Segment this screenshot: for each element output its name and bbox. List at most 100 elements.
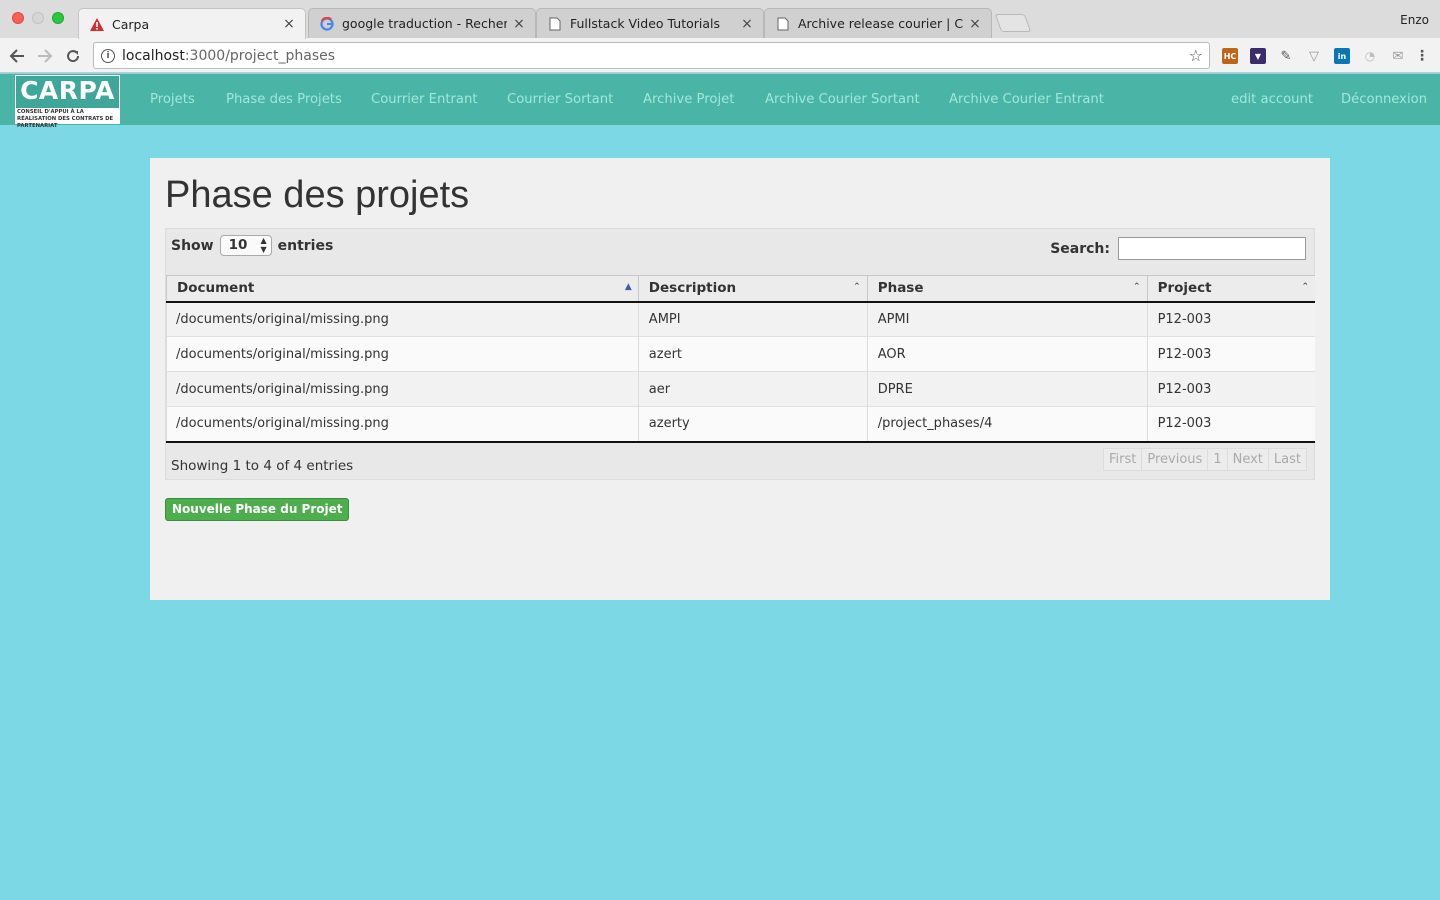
minimize-window-button[interactable] (32, 12, 44, 24)
nav-link-courrier-sortant[interactable]: Courrier Sortant (507, 74, 613, 125)
entries-select[interactable]: 10 ▲ ▼ (219, 235, 272, 256)
vue-devtools-icon[interactable]: ▽ (1306, 48, 1322, 64)
close-tab-icon[interactable]: × (513, 16, 525, 32)
hc-extension-icon[interactable]: HC (1222, 48, 1238, 64)
close-tab-icon[interactable]: × (741, 16, 753, 32)
phases-table: Document ▲ Description ⌃ Phase ⌃ Project ⌃ /… (166, 275, 1315, 443)
pagination-first[interactable]: First (1104, 449, 1141, 470)
search-input[interactable] (1118, 237, 1306, 260)
nav-link-deconnexion[interactable]: Déconnexion (1341, 74, 1427, 125)
menu-icon[interactable]: ⋮ (1414, 48, 1430, 64)
browser-tab-google[interactable]: google traduction - Recherche × (308, 8, 536, 38)
table-row: /documents/original/missing.png AMPI APM… (166, 301, 1315, 337)
sort-icon: ⌃ (1133, 282, 1141, 292)
search-label: Search: (1050, 240, 1110, 257)
nav-link-archive-projet[interactable]: Archive Projet (643, 74, 734, 125)
table-row: /documents/original/missing.png aer DPRE… (166, 371, 1315, 407)
carpa-logo[interactable]: CARPA Conseil d'appui à la réalisation d… (15, 75, 120, 129)
reload-icon[interactable] (62, 45, 84, 67)
data-table-wrapper: Show 10 ▲ ▼ entries Search: Document ▲ Des… (165, 228, 1315, 480)
table-row: /documents/original/missing.png azert AO… (166, 336, 1315, 372)
cell-phase: DPRE (866, 371, 1148, 407)
page-icon (547, 16, 563, 32)
tab-title: Archive release courier | CARP (798, 16, 963, 31)
column-header-phase[interactable]: Phase ⌃ (866, 275, 1148, 303)
ghost-extension-icon[interactable]: ◔ (1362, 48, 1378, 64)
nav-link-projets[interactable]: Projets (150, 74, 195, 125)
back-arrow-icon[interactable] (6, 45, 28, 67)
column-header-label: Document (177, 280, 255, 297)
table-row: /documents/original/missing.png azerty /… (166, 406, 1315, 443)
cell-document: /documents/original/missing.png (166, 301, 639, 337)
content-panel: Phase des projets Show 10 ▲ ▼ entries Sea… (150, 158, 1330, 600)
pagination: First Previous 1 Next Last (1103, 448, 1307, 471)
table-header-row: Document ▲ Description ⌃ Phase ⌃ Project ⌃ (166, 275, 1315, 303)
mail-extension-icon[interactable]: ✉ (1390, 48, 1406, 64)
google-icon (319, 16, 335, 32)
pocket-icon[interactable]: ▼ (1250, 48, 1266, 64)
page-icon (775, 16, 791, 32)
linkedin-icon[interactable]: in (1334, 48, 1350, 64)
close-tab-icon[interactable]: × (969, 16, 981, 32)
nav-link-phase-des-projets[interactable]: Phase des Projets (226, 74, 342, 125)
nav-link-edit-account[interactable]: edit account (1231, 74, 1313, 125)
browser-tab-fullstack[interactable]: Fullstack Video Tutorials × (536, 8, 764, 38)
cell-phase: /project_phases/4 (866, 406, 1148, 443)
url-host: localhost (122, 47, 185, 64)
cell-document: /documents/original/missing.png (166, 336, 639, 372)
app-navbar: CARPA Conseil d'appui à la réalisation d… (0, 74, 1440, 129)
nav-link-archive-courier-entrant[interactable]: Archive Courier Entrant (949, 74, 1104, 125)
cell-document: /documents/original/missing.png (166, 406, 639, 443)
tab-title: google traduction - Recherche (342, 16, 507, 31)
entries-label: entries (277, 237, 334, 254)
cell-description: AMPI (637, 301, 868, 337)
info-icon[interactable]: i (101, 48, 115, 63)
show-label: Show (171, 237, 214, 254)
cell-phase: APMI (866, 301, 1148, 337)
close-tab-icon[interactable]: × (283, 16, 295, 32)
cell-project: P12-003 (1146, 301, 1315, 337)
table-info: Showing 1 to 4 of 4 entries (171, 458, 354, 474)
profile-name[interactable]: Enzo (1400, 13, 1429, 27)
pagination-next[interactable]: Next (1226, 449, 1268, 470)
cell-project: P12-003 (1146, 371, 1315, 407)
close-window-button[interactable] (12, 12, 24, 24)
sort-ascending-icon: ▲ (624, 282, 632, 292)
pagination-previous[interactable]: Previous (1141, 449, 1207, 470)
page-title: Phase des projets (165, 174, 470, 216)
logo-subtitle: Conseil d'appui à la réalisation des con… (16, 108, 119, 129)
address-bar[interactable]: i localhost:3000/project_phases ☆ (93, 42, 1210, 69)
nav-link-archive-courier-sortant[interactable]: Archive Courier Sortant (765, 74, 920, 125)
column-header-label: Description (648, 280, 737, 297)
browser-tab-strip: Carpa × google traduction - Recherche × … (0, 0, 1440, 39)
column-header-description[interactable]: Description ⌃ (637, 275, 868, 303)
entries-length-control: Show 10 ▲ ▼ entries (171, 235, 333, 256)
eyedropper-icon[interactable]: ✎ (1278, 48, 1294, 64)
bookmark-star-icon[interactable]: ☆ (1189, 46, 1203, 65)
sort-icon: ⌃ (1301, 282, 1309, 292)
cell-phase: AOR (866, 336, 1148, 372)
browser-tab-carpa[interactable]: Carpa × (78, 8, 306, 39)
browser-tab-archive[interactable]: Archive release courier | CARP × (764, 8, 992, 38)
new-tab-button[interactable] (994, 14, 1032, 32)
logo-word: CARPA (20, 76, 115, 105)
column-header-label: Phase (877, 280, 924, 297)
column-header-document[interactable]: Document ▲ (166, 275, 639, 303)
table-search: Search: (1050, 237, 1306, 260)
maximize-window-button[interactable] (52, 12, 64, 24)
cell-project: P12-003 (1146, 336, 1315, 372)
column-header-label: Project (1157, 280, 1212, 297)
column-header-project[interactable]: Project ⌃ (1146, 275, 1315, 303)
cell-document: /documents/original/missing.png (166, 371, 639, 407)
sort-icon: ⌃ (853, 282, 861, 292)
url-path: :3000/project_phases (184, 47, 336, 64)
cell-description: azerty (637, 406, 868, 443)
pagination-page-1[interactable]: 1 (1207, 449, 1226, 470)
entries-select-value: 10 (228, 237, 248, 253)
new-project-phase-button[interactable]: Nouvelle Phase du Projet (165, 498, 350, 521)
nav-link-courrier-entrant[interactable]: Courrier Entrant (371, 74, 478, 125)
tab-title: Fullstack Video Tutorials (570, 16, 720, 31)
cell-project: P12-003 (1146, 406, 1315, 443)
forward-arrow-icon[interactable] (34, 45, 56, 67)
pagination-last[interactable]: Last (1267, 449, 1306, 470)
